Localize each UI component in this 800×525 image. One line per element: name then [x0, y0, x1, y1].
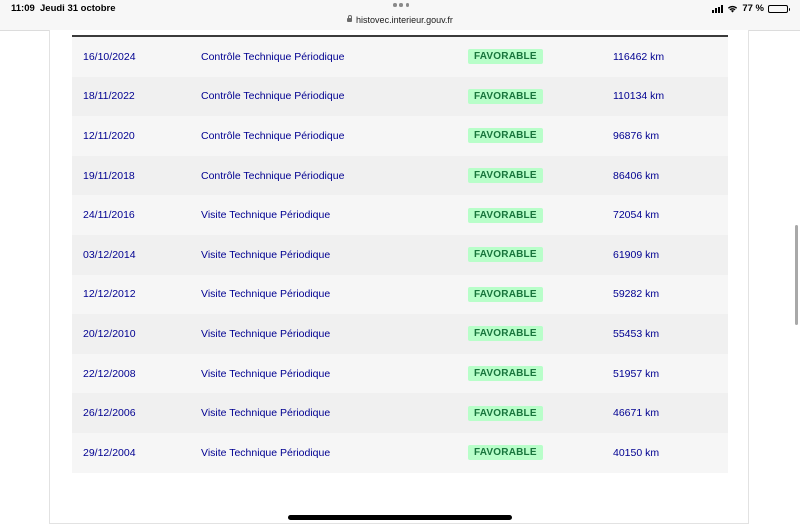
- inspection-type: Visite Technique Périodique: [201, 446, 331, 459]
- inspection-type: Visite Technique Périodique: [201, 367, 331, 380]
- mileage: 72054 km: [613, 209, 660, 222]
- table-row: 20/12/2010 Visite Technique Périodique FAV…: [72, 314, 728, 354]
- inspection-type: Visite Technique Périodique: [201, 288, 331, 301]
- inspection-date: 12/11/2020: [83, 129, 135, 142]
- mileage: 86406 km: [613, 169, 660, 182]
- inspection-type: Contrôle Technique Périodique: [201, 50, 345, 63]
- mileage: 51957 km: [613, 367, 660, 380]
- inspection-date: 26/12/2006: [83, 407, 136, 420]
- address-bar[interactable]: histovec.interieur.gouv.fr: [0, 15, 800, 25]
- result-badge: FAVORABLE: [468, 88, 543, 104]
- wifi-icon: [728, 5, 738, 13]
- inspection-date: 22/12/2008: [83, 367, 136, 380]
- inspection-date: 20/12/2010: [83, 327, 136, 340]
- mileage: 46671 km: [613, 407, 660, 420]
- mileage: 61909 km: [613, 248, 660, 261]
- battery-percentage: 77 %: [742, 3, 764, 14]
- result-badge: FAVORABLE: [468, 405, 543, 421]
- inspection-history-table: 16/10/2024 Contrôle Technique Périodique F…: [72, 35, 728, 473]
- table-row: 16/10/2024 Contrôle Technique Périodique F…: [72, 37, 728, 77]
- table-row: 18/11/2022 Contrôle Technique Périodique F…: [72, 76, 728, 117]
- table-row: 24/11/2016 Visite Technique Périodique FAV…: [72, 195, 728, 235]
- table-row: 12/11/2020 Contrôle Technique Périodique F…: [72, 116, 728, 156]
- status-time: 11:09: [11, 3, 35, 14]
- scrollbar[interactable]: [795, 225, 798, 325]
- cellular-signal-icon: [712, 4, 724, 13]
- status-indicators: 77 %: [712, 3, 790, 14]
- inspection-type: Contrôle Technique Périodique: [201, 169, 345, 182]
- inspection-type: Visite Technique Périodique: [201, 407, 331, 420]
- mileage: 40150 km: [613, 446, 660, 459]
- result-badge: FAVORABLE: [468, 366, 543, 382]
- result-badge: FAVORABLE: [468, 326, 543, 342]
- result-badge: FAVORABLE: [468, 49, 543, 65]
- inspection-date: 12/12/2012: [83, 288, 136, 301]
- address-url: histovec.interieur.gouv.fr: [356, 15, 453, 25]
- status-date: Jeudi 31 octobre: [40, 3, 116, 14]
- result-badge: FAVORABLE: [468, 247, 543, 263]
- inspection-date: 03/12/2014: [83, 248, 136, 261]
- battery-icon: [768, 4, 790, 13]
- inspection-type: Visite Technique Périodique: [201, 209, 331, 222]
- result-badge: FAVORABLE: [468, 128, 543, 144]
- status-bar: 11:09 Jeudi 31 octobre histovec.interieu…: [0, 0, 800, 31]
- table-row: 22/12/2008 Visite Technique Périodique FAV…: [72, 353, 728, 394]
- inspection-type: Visite Technique Périodique: [201, 248, 331, 261]
- inspection-type: Contrôle Technique Périodique: [201, 90, 345, 103]
- mileage: 59282 km: [613, 288, 660, 301]
- multitasking-dots-icon[interactable]: [393, 3, 409, 9]
- table-row: 03/12/2014 Visite Technique Périodique FAV…: [72, 234, 728, 275]
- inspection-type: Contrôle Technique Périodique: [201, 129, 345, 142]
- inspection-date: 16/10/2024: [83, 50, 136, 63]
- inspection-date: 18/11/2022: [83, 90, 135, 103]
- result-badge: FAVORABLE: [468, 445, 543, 461]
- mileage: 116462 km: [613, 50, 665, 63]
- inspection-type: Visite Technique Périodique: [201, 327, 331, 340]
- mileage: 96876 km: [613, 129, 660, 142]
- table-row: 19/11/2018 Contrôle Technique Périodique F…: [72, 155, 728, 196]
- inspection-date: 19/11/2018: [83, 169, 135, 182]
- table-row: 12/12/2012 Visite Technique Périodique FAV…: [72, 274, 728, 315]
- table-row: 29/12/2004 Visite Technique Périodique FAV…: [72, 432, 728, 473]
- table-row: 26/12/2006 Visite Technique Périodique FAV…: [72, 393, 728, 433]
- screen: 11:09 Jeudi 31 octobre histovec.interieu…: [0, 0, 800, 525]
- lock-icon: [347, 15, 353, 22]
- inspection-date: 24/11/2016: [83, 209, 135, 222]
- inspection-date: 29/12/2004: [83, 446, 136, 459]
- result-badge: FAVORABLE: [468, 286, 543, 302]
- mileage: 110134 km: [613, 90, 665, 103]
- mileage: 55453 km: [613, 327, 660, 340]
- home-indicator[interactable]: [288, 515, 512, 520]
- result-badge: FAVORABLE: [468, 207, 543, 223]
- result-badge: FAVORABLE: [468, 168, 543, 184]
